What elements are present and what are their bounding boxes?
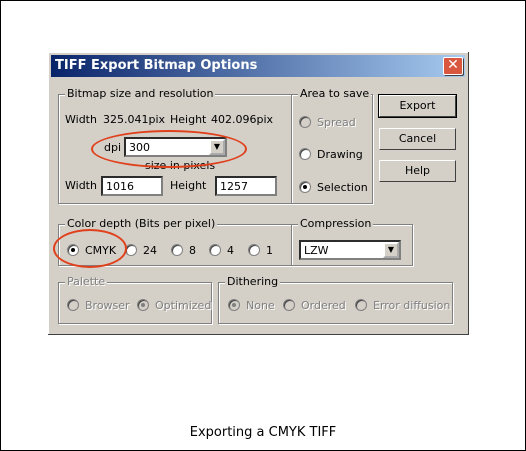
browser-label: Browser bbox=[85, 299, 130, 312]
help-button[interactable]: Help bbox=[379, 160, 456, 182]
compression-legend: Compression bbox=[298, 217, 374, 230]
pixel-width-label: Width bbox=[65, 179, 97, 192]
bitmap-size-legend: Bitmap size and resolution bbox=[65, 87, 216, 100]
width-value: 325.041pix bbox=[103, 113, 166, 126]
radio-optimized[interactable] bbox=[137, 299, 149, 311]
radio-8[interactable] bbox=[171, 244, 183, 256]
selected-dot bbox=[303, 185, 307, 189]
drawing-label: Drawing bbox=[317, 148, 363, 161]
area-to-save-legend: Area to save bbox=[298, 87, 372, 100]
optimized-label: Optimized bbox=[155, 299, 212, 312]
compression-value: LZW bbox=[304, 244, 329, 257]
depth-8-label: 8 bbox=[189, 244, 196, 257]
palette-group: Palette Browser Optimized bbox=[58, 275, 212, 324]
cancel-button[interactable]: Cancel bbox=[379, 128, 456, 150]
close-button[interactable]: ✕ bbox=[443, 57, 463, 75]
chevron-down-icon[interactable]: ▼ bbox=[383, 242, 399, 258]
radio-drawing[interactable] bbox=[299, 148, 311, 160]
radio-error-diffusion[interactable] bbox=[355, 299, 367, 311]
depth-24-label: 24 bbox=[143, 244, 157, 257]
compression-group: Compression LZW ▼ bbox=[291, 217, 413, 266]
dialog-title: TIFF Export Bitmap Options bbox=[55, 58, 258, 73]
selection-label: Selection bbox=[317, 181, 368, 194]
radio-selection[interactable] bbox=[299, 181, 311, 193]
radio-none[interactable] bbox=[228, 299, 240, 311]
radio-spread[interactable] bbox=[299, 116, 311, 128]
dithering-legend: Dithering bbox=[225, 275, 281, 288]
height-value: 402.096pix bbox=[211, 113, 274, 126]
compression-select[interactable]: LZW ▼ bbox=[299, 240, 401, 260]
radio-ordered[interactable] bbox=[283, 299, 295, 311]
none-label: None bbox=[246, 299, 275, 312]
ordered-label: Ordered bbox=[301, 299, 346, 312]
height-label: Height bbox=[170, 113, 207, 126]
width-label: Width bbox=[65, 113, 97, 126]
area-to-save-group: Area to save Spread Drawing Selection bbox=[291, 87, 373, 204]
spread-label: Spread bbox=[317, 116, 356, 129]
figure-caption: Exporting a CMYK TIFF bbox=[189, 425, 337, 440]
selected-dot bbox=[232, 303, 236, 307]
error-diffusion-label: Error diffusion bbox=[373, 299, 451, 312]
palette-legend: Palette bbox=[65, 275, 108, 288]
radio-1[interactable] bbox=[248, 244, 260, 256]
export-button[interactable]: Export bbox=[378, 94, 457, 118]
radio-browser[interactable] bbox=[67, 299, 79, 311]
cmyk-highlight-oval bbox=[53, 229, 127, 268]
tiff-export-dialog: TIFF Export Bitmap Options ✕ Bitmap size… bbox=[48, 52, 469, 335]
selected-dot bbox=[141, 303, 145, 307]
dpi-highlight-oval bbox=[91, 130, 247, 168]
pixel-height-label: Height bbox=[170, 179, 207, 192]
close-icon: ✕ bbox=[447, 57, 459, 73]
pixel-width-field[interactable]: 1016 bbox=[101, 176, 163, 196]
depth-1-label: 1 bbox=[266, 244, 273, 257]
radio-4[interactable] bbox=[209, 244, 221, 256]
dithering-group: Dithering None Ordered Error diffusion bbox=[218, 275, 453, 324]
pixel-height-field[interactable]: 1257 bbox=[215, 176, 277, 196]
title-bar: TIFF Export Bitmap Options ✕ bbox=[51, 55, 465, 77]
depth-4-label: 4 bbox=[227, 244, 234, 257]
